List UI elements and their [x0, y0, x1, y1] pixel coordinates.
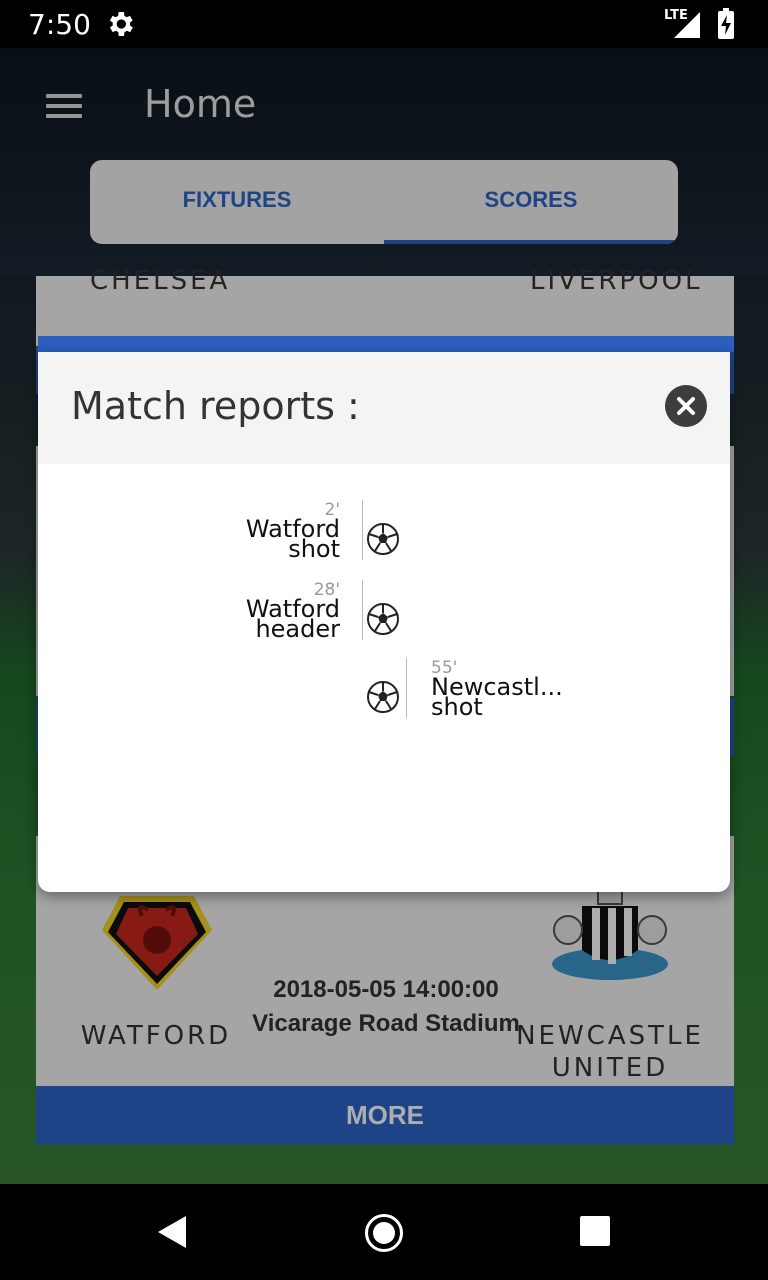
back-icon[interactable] [156, 1214, 190, 1250]
event-type: header [255, 615, 340, 643]
home-icon[interactable] [365, 1214, 403, 1252]
close-icon [677, 397, 695, 415]
football-icon [367, 523, 399, 555]
match-reports-dialog: Match reports : 2' Watford shot 28' Watf… [38, 352, 730, 892]
system-nav-bar [0, 1184, 768, 1280]
match-event: 28' Watford header [38, 580, 730, 643]
match-event: 55' Newcastl... shot [38, 658, 730, 721]
event-type: shot [431, 693, 483, 721]
dialog-header: Match reports : [38, 352, 730, 464]
status-time: 7:50 [28, 8, 91, 41]
football-icon [367, 603, 399, 635]
signal-icon [674, 12, 700, 38]
dialog-title: Match reports : [71, 384, 360, 428]
football-icon [367, 681, 399, 713]
event-divider [406, 658, 407, 718]
event-divider [362, 500, 363, 560]
status-bar: 7:50 LTE [0, 0, 768, 48]
settings-gear-icon [109, 12, 133, 36]
close-button[interactable] [665, 385, 707, 427]
event-divider [362, 580, 363, 640]
match-event: 2' Watford shot [38, 500, 730, 563]
event-type: shot [288, 535, 340, 563]
battery-charging-icon [718, 8, 734, 39]
dialog-accent-strip [38, 336, 734, 352]
app-screen: Home CHELSEA LIVERPOOL WATFORD NEWCASTLE… [0, 48, 768, 1184]
recent-apps-icon[interactable] [580, 1216, 610, 1246]
